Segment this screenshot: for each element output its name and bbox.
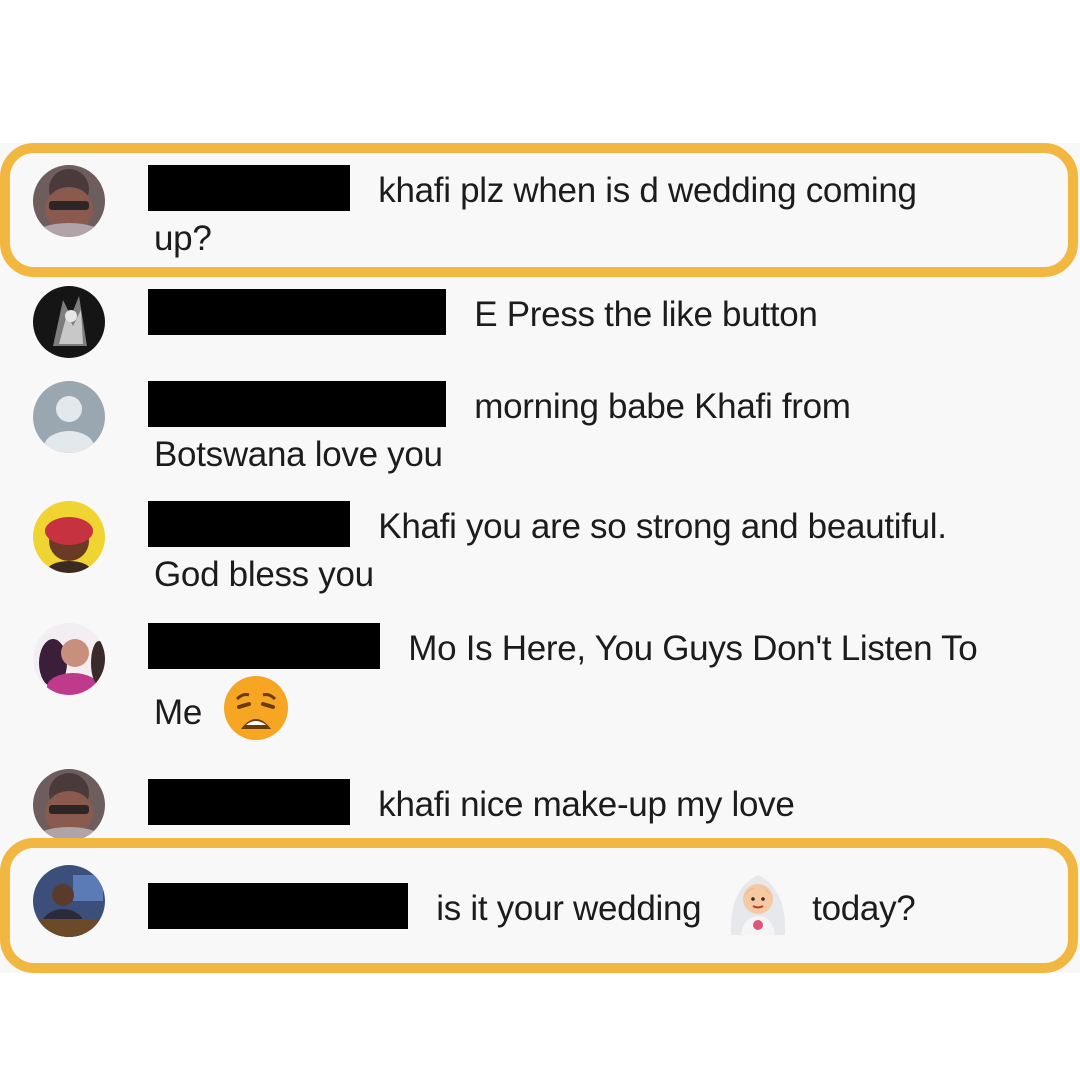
comment-message: E Press the like button [474, 295, 818, 334]
comment-text: Khafi you are so strong and beautiful. G… [148, 501, 1054, 599]
comment-message-continued: Me [154, 692, 203, 732]
bride-with-veil-icon [730, 875, 785, 935]
avatar-photo-icon [33, 165, 105, 237]
comment-text: E Press the like button [148, 289, 1054, 339]
avatar-photo-icon [33, 865, 105, 937]
user-avatar[interactable] [33, 286, 105, 358]
screenshot-canvas: khafi plz when is d wedding coming up? E… [0, 0, 1080, 1080]
comment-message-continued: today? [812, 888, 916, 928]
user-avatar[interactable] [33, 501, 105, 573]
comment-text: khafi plz when is d wedding coming up? [148, 165, 1054, 263]
comment-message-continued: Botswana love you [154, 435, 443, 474]
comment-text: is it your wedding today? [148, 869, 1054, 952]
comment-message: morning babe Khafi from [474, 387, 851, 426]
comment-message: khafi plz when is d wedding coming [378, 171, 917, 210]
user-avatar[interactable] [33, 769, 105, 841]
weary-face-emoji [221, 673, 291, 756]
redacted-username [148, 381, 446, 427]
comment-text: morning babe Khafi from Botswana love yo… [148, 381, 1054, 479]
redacted-username [148, 165, 350, 211]
comment-message: khafi nice make-up my love [378, 785, 795, 824]
redacted-username [148, 882, 408, 929]
comment-message: Mo Is Here, You Guys Don't Listen To [408, 629, 978, 668]
bride-with-veil-emoji [723, 869, 793, 952]
user-avatar[interactable] [33, 165, 105, 237]
weary-face-icon [224, 676, 289, 740]
comment-message: Khafi you are so strong and beautiful. [378, 507, 947, 546]
comment-text: khafi nice make-up my love [148, 779, 1054, 829]
avatar-photo-icon [33, 769, 105, 841]
comment-message: is it your wedding [436, 888, 702, 928]
user-avatar[interactable] [33, 381, 105, 453]
comment-message-continued: God bless you [154, 555, 374, 594]
redacted-username [148, 289, 446, 335]
avatar-photo-icon [33, 501, 105, 573]
user-avatar[interactable] [33, 865, 105, 937]
comment-message-continued: up? [154, 219, 212, 258]
comment-list: khafi plz when is d wedding coming up? E… [0, 143, 1080, 973]
default-profile-icon [33, 381, 105, 453]
redacted-username [148, 501, 350, 547]
avatar-photo-icon [33, 623, 105, 695]
comment-text: Mo Is Here, You Guys Don't Listen To Me [148, 623, 1054, 756]
redacted-username [148, 623, 380, 669]
user-avatar[interactable] [33, 623, 105, 695]
avatar-photo-icon [33, 286, 105, 358]
redacted-username [148, 779, 350, 825]
